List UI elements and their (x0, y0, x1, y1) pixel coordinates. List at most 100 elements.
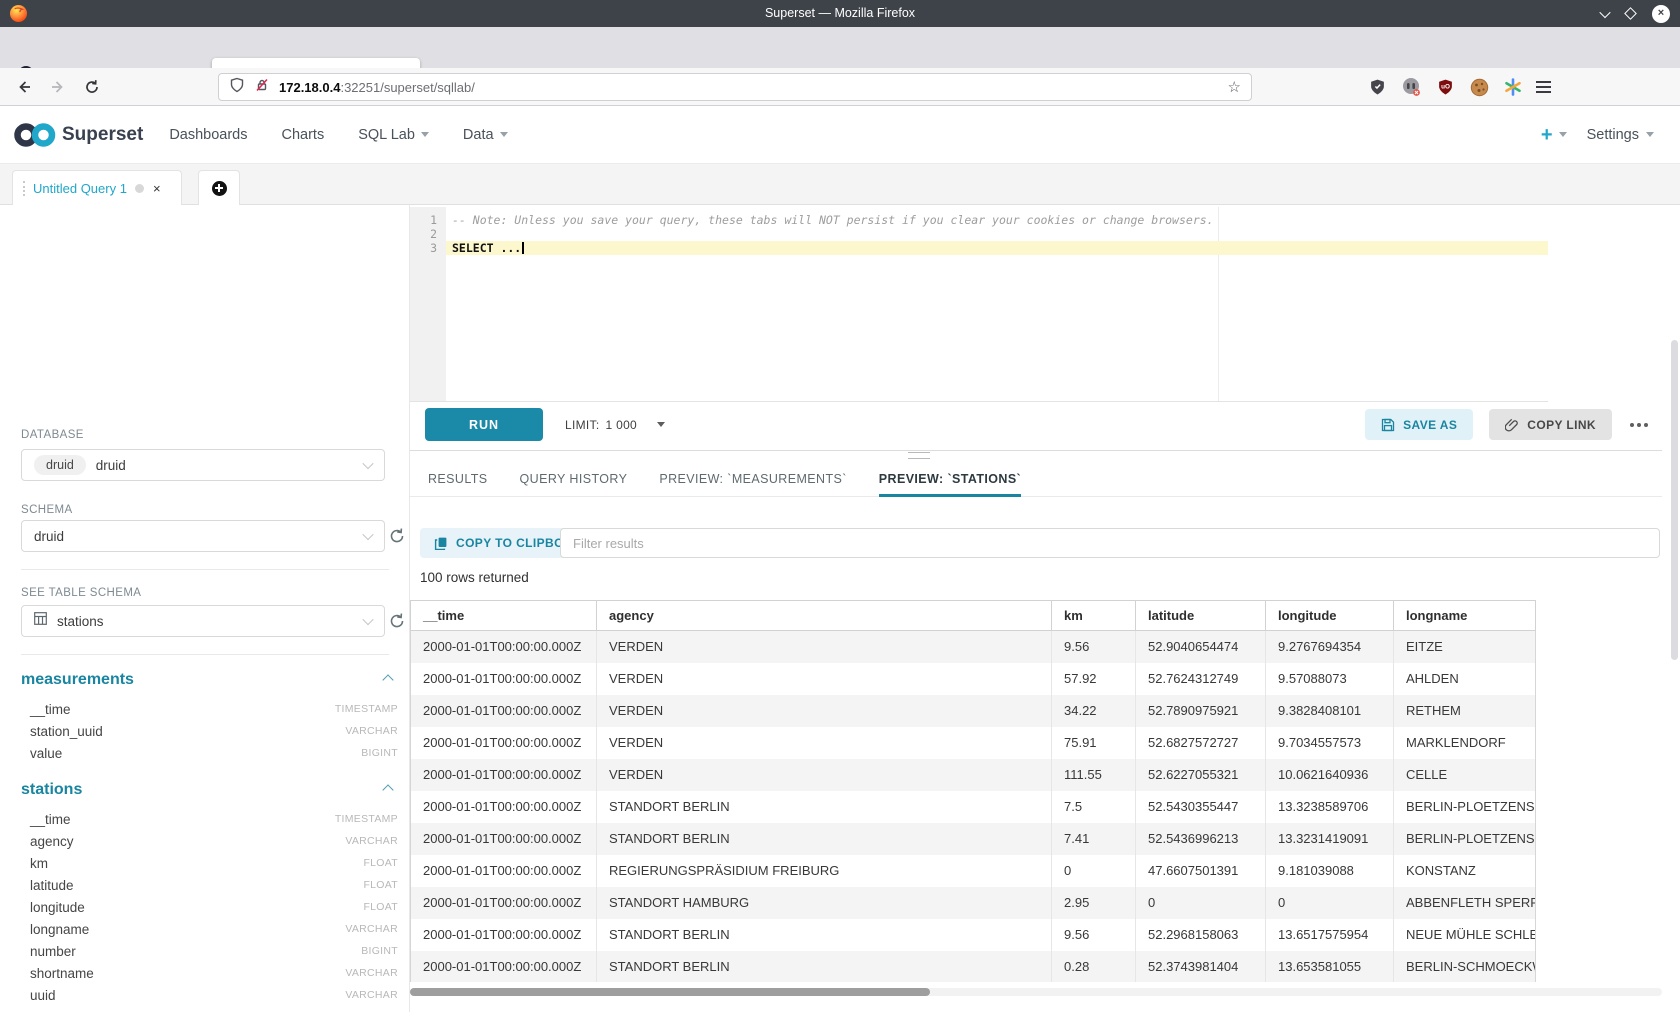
horizontal-scrollbar-thumb[interactable] (410, 988, 930, 996)
back-icon[interactable] (12, 75, 36, 99)
schema-table-header[interactable]: stations (21, 778, 398, 802)
column-header[interactable]: latitude (1136, 601, 1266, 631)
window-minimize-icon[interactable] (1599, 6, 1610, 17)
table-cell: 13.3238589706 (1266, 791, 1394, 823)
superset-logo[interactable]: Superset (12, 120, 143, 150)
results-tab-2[interactable]: QUERY HISTORY (520, 463, 628, 497)
results-tab-3[interactable]: PREVIEW: `MEASUREMENTS` (659, 463, 846, 497)
table-cell: 10.0621640936 (1266, 759, 1394, 791)
sql-editor[interactable]: 1 2 3 -- Note: Unless you save your quer… (410, 207, 1548, 402)
results-tab-4[interactable]: PREVIEW: `STATIONS` (879, 463, 1021, 497)
window-titlebar: Superset — Mozilla Firefox × (0, 0, 1680, 27)
page-scrollbar-thumb[interactable] (1671, 340, 1678, 660)
shield-icon[interactable] (229, 77, 245, 98)
nav-charts[interactable]: Charts (282, 127, 325, 143)
column-row: __timeTIMESTAMP (21, 808, 398, 830)
insecure-lock-icon[interactable] (254, 77, 270, 98)
nav-dashboards[interactable]: Dashboards (169, 127, 247, 143)
limit-control[interactable]: LIMIT: 1 000 (565, 408, 665, 441)
editor-code-area[interactable]: -- Note: Unless you save your query, the… (446, 213, 1548, 255)
collapse-chevron-icon[interactable] (382, 784, 393, 795)
schema-select[interactable]: druid (21, 520, 385, 552)
refresh-schema-icon[interactable] (388, 527, 406, 545)
table-cell: VERDEN (597, 631, 1052, 663)
table-cell: BERLIN-SCHMOECKWITZ (1394, 951, 1536, 983)
forward-icon[interactable] (46, 75, 70, 99)
table-row: 2000-01-01T00:00:00.000ZVERDEN9.5652.904… (411, 631, 1536, 663)
url-bar[interactable]: 172.18.0.4:32251/superset/sqllab/ ☆ (218, 73, 1252, 101)
collapse-chevron-icon[interactable] (382, 674, 393, 685)
column-row: __timeTIMESTAMP (21, 698, 398, 720)
drag-handle-icon[interactable] (23, 181, 25, 196)
column-name: uuid (30, 988, 56, 1003)
reload-icon[interactable] (80, 75, 104, 99)
bookmark-star-icon[interactable]: ☆ (1228, 78, 1241, 96)
column-header[interactable]: longitude (1266, 601, 1394, 631)
menu-hamburger-icon[interactable] (1536, 81, 1558, 92)
limit-label: LIMIT: (565, 418, 599, 432)
schema-table-header[interactable]: measurements (21, 668, 398, 692)
table-cell: 0 (1052, 855, 1136, 887)
table-cell: 52.6227055321 (1136, 759, 1266, 791)
extension-asterisk-icon[interactable] (1502, 78, 1524, 96)
results-table-container[interactable]: __timeagencykmlatitudelongitudelongname … (410, 600, 1662, 982)
extension-shield-icon[interactable] (1366, 78, 1388, 96)
limit-value: 1 000 (605, 418, 637, 432)
table-cell: 0 (1266, 887, 1394, 919)
save-as-button[interactable]: SAVE AS (1365, 409, 1473, 440)
schema-value: druid (34, 529, 64, 544)
table-cell: 111.55 (1052, 759, 1136, 791)
query-tabstrip: Untitled Query 1 × (0, 164, 1680, 205)
table-cell: VERDEN (597, 695, 1052, 727)
nav-data[interactable]: Data (463, 127, 508, 143)
run-button[interactable]: RUN (425, 408, 543, 441)
url-text[interactable]: 172.18.0.4:32251/superset/sqllab/ (279, 80, 475, 95)
query-tab-label: Untitled Query 1 (33, 181, 127, 196)
query-tab-close-icon[interactable]: × (153, 181, 161, 196)
column-header[interactable]: agency (597, 601, 1052, 631)
chevron-down-icon (1559, 132, 1567, 137)
add-new-button[interactable]: + (1541, 126, 1567, 144)
svg-text:uO: uO (1441, 84, 1450, 91)
column-name: station_uuid (30, 724, 103, 739)
extension-ublock-icon[interactable]: uO (1434, 78, 1456, 96)
pane-resize-handle[interactable] (908, 452, 930, 459)
editor-toolbar: RUN LIMIT: 1 000 SAVE AS COPY LINK (410, 408, 1662, 443)
table-cell: 75.91 (1052, 727, 1136, 759)
schema-table-measurements: measurements__timeTIMESTAMPstation_uuidV… (21, 668, 398, 764)
database-select[interactable]: druid druid (21, 449, 385, 481)
copy-link-button[interactable]: COPY LINK (1489, 409, 1612, 440)
column-name: __time (30, 702, 71, 717)
window-restore-icon[interactable] (1624, 7, 1637, 20)
table-row: 2000-01-01T00:00:00.000ZSTANDORT BERLIN9… (411, 919, 1536, 951)
filter-results-input[interactable] (560, 528, 1660, 558)
column-header[interactable]: __time (411, 601, 597, 631)
column-row: kmFLOAT (21, 852, 398, 874)
table-row: 2000-01-01T00:00:00.000ZSTANDORT BERLIN7… (411, 791, 1536, 823)
column-row: numberBIGINT (21, 940, 398, 962)
table-grid-icon (34, 612, 47, 630)
add-query-tab-button[interactable] (198, 170, 240, 205)
extension-mask-icon[interactable] (1400, 77, 1422, 97)
column-type: FLOAT (363, 857, 398, 869)
settings-menu[interactable]: Settings (1587, 127, 1654, 143)
chevron-down-icon (500, 132, 508, 137)
table-cell: 52.6827572727 (1136, 727, 1266, 759)
column-header[interactable]: longname (1394, 601, 1536, 631)
table-schema-select[interactable]: stations (21, 605, 385, 637)
table-cell: EITZE (1394, 631, 1536, 663)
schema-table-list: measurements __timeTIMESTAMP station_uuid V… (21, 668, 398, 1012)
column-row: latitudeFLOAT (21, 874, 398, 896)
more-options-icon[interactable] (1628, 417, 1650, 433)
nav-sql-lab[interactable]: SQL Lab (358, 127, 429, 143)
column-header[interactable]: km (1052, 601, 1136, 631)
divider (21, 654, 389, 655)
table-name: measurements (21, 671, 134, 689)
window-close-icon[interactable]: × (1652, 5, 1670, 23)
results-tab-1[interactable]: RESULTS (428, 463, 488, 497)
table-row: 2000-01-01T00:00:00.000ZSTANDORT HAMBURG… (411, 887, 1536, 919)
column-type: VARCHAR (345, 923, 398, 935)
query-tab-untitled-1[interactable]: Untitled Query 1 × (12, 170, 182, 205)
extension-cookie-icon[interactable] (1468, 78, 1490, 97)
refresh-table-icon[interactable] (388, 612, 406, 630)
